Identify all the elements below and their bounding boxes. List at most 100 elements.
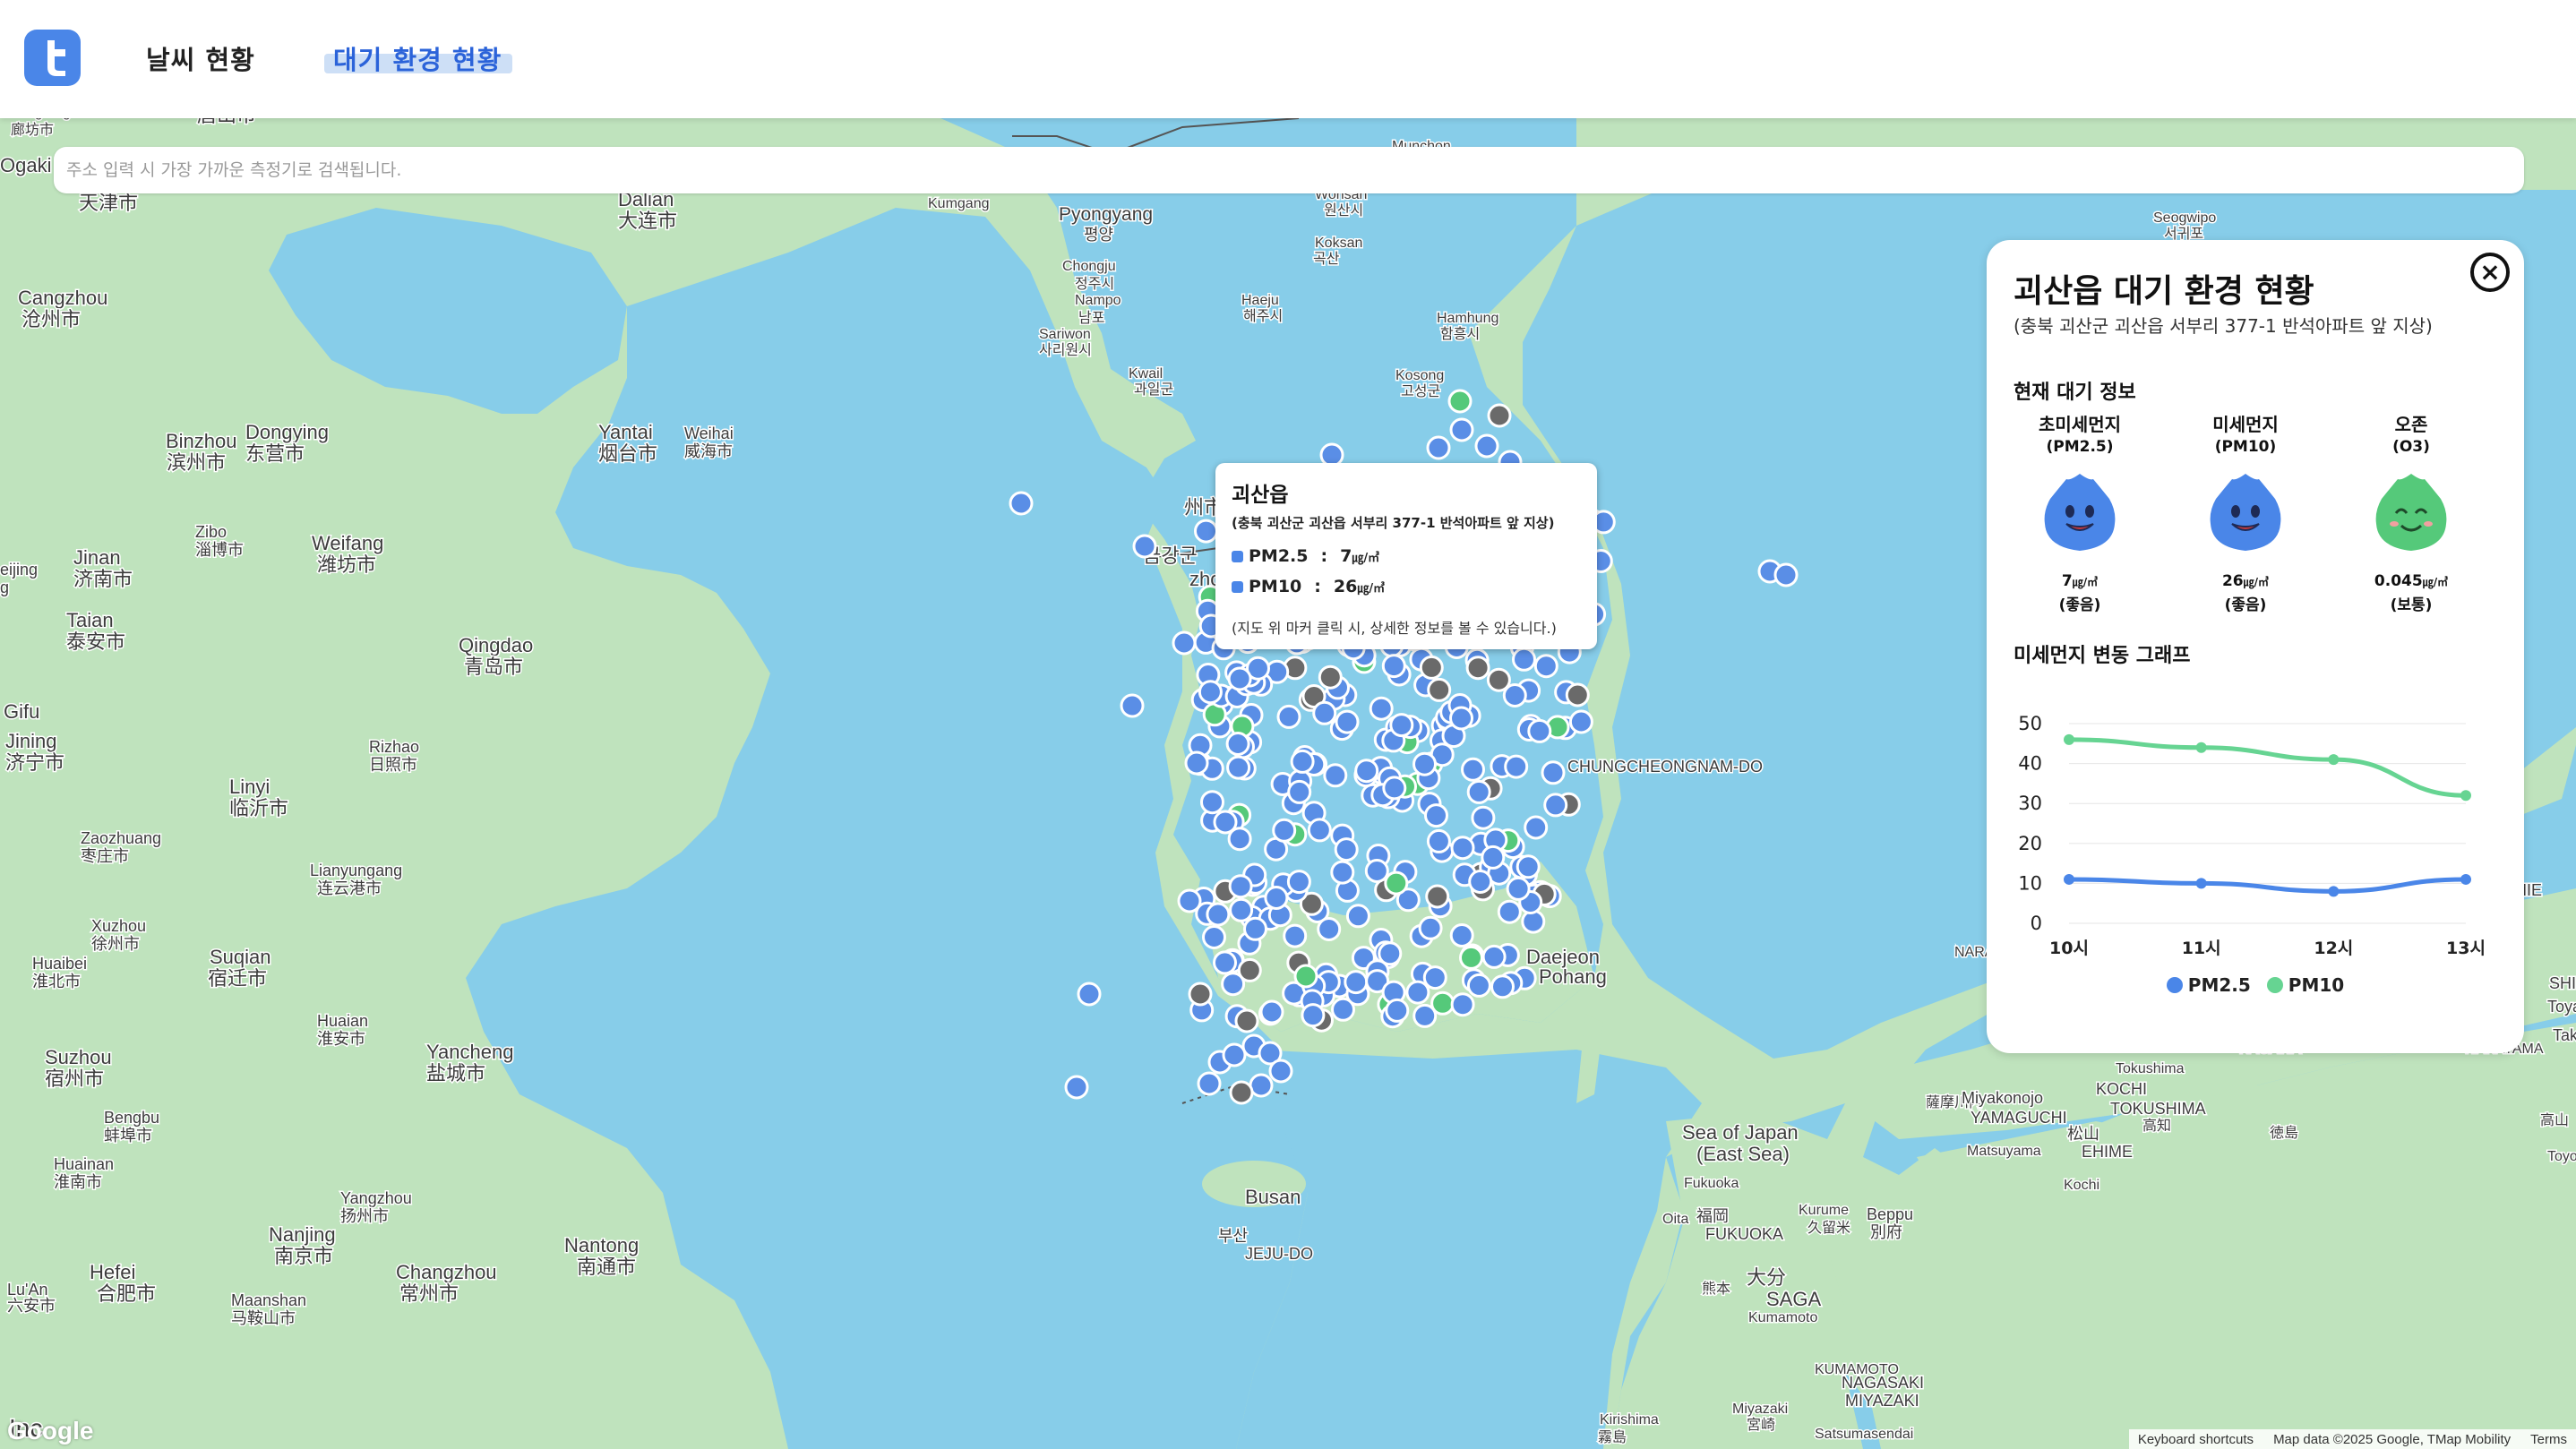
station-marker[interactable] (1502, 683, 1527, 707)
station-marker[interactable] (1389, 713, 1414, 738)
station-marker[interactable] (1226, 755, 1251, 780)
station-marker[interactable] (1773, 562, 1799, 587)
series-point-pm10[interactable] (2328, 754, 2340, 766)
station-marker[interactable] (1384, 870, 1409, 896)
station-marker[interactable] (1565, 682, 1590, 707)
station-marker[interactable] (1543, 793, 1568, 818)
station-marker[interactable] (1172, 630, 1197, 656)
station-marker[interactable] (1487, 403, 1512, 428)
station-marker[interactable] (1335, 709, 1360, 734)
station-marker[interactable] (1249, 1073, 1274, 1098)
station-marker[interactable] (1344, 970, 1369, 995)
station-marker[interactable] (1228, 874, 1253, 899)
station-marker[interactable] (1461, 757, 1485, 782)
station-marker[interactable] (1459, 945, 1483, 970)
station-marker[interactable] (1120, 693, 1145, 718)
station-marker[interactable] (1471, 805, 1496, 830)
station-marker[interactable] (1527, 718, 1552, 743)
station-marker[interactable] (1222, 1042, 1247, 1067)
station-marker[interactable] (1312, 700, 1337, 725)
station-marker[interactable] (1227, 666, 1252, 691)
station-marker[interactable] (1334, 837, 1359, 862)
series-point-pm25[interactable] (2064, 873, 2074, 885)
station-marker[interactable] (1345, 904, 1370, 929)
station-marker[interactable] (1318, 664, 1343, 690)
station-marker[interactable] (1184, 750, 1209, 776)
station-marker[interactable] (1481, 845, 1506, 870)
legend-item-pm25[interactable]: PM2.5 (2166, 974, 2251, 996)
station-marker[interactable] (1206, 902, 1231, 927)
station-marker[interactable] (1449, 417, 1474, 442)
station-marker[interactable] (1330, 860, 1355, 885)
station-marker[interactable] (1516, 854, 1541, 879)
legend-item-pm10[interactable]: PM10 (2266, 974, 2344, 996)
station-marker[interactable] (1504, 754, 1529, 779)
series-point-pm10[interactable] (2195, 742, 2207, 753)
station-marker[interactable] (1213, 950, 1237, 975)
station-marker[interactable] (1354, 759, 1379, 784)
station-marker[interactable] (1419, 655, 1444, 680)
station-marker[interactable] (1512, 647, 1536, 672)
station-marker[interactable] (1225, 732, 1250, 756)
station-marker[interactable] (1364, 859, 1389, 883)
station-marker[interactable] (1466, 973, 1491, 998)
station-marker[interactable] (1229, 1080, 1254, 1105)
keyboard-shortcuts-link[interactable]: Keyboard shortcuts (2138, 1432, 2254, 1447)
close-panel-button[interactable]: × (2470, 253, 2510, 292)
station-marker[interactable] (1413, 751, 1437, 776)
station-marker[interactable] (1450, 992, 1475, 1017)
station-marker[interactable] (1524, 815, 1549, 840)
terms-link[interactable]: Terms (2530, 1432, 2567, 1447)
station-marker[interactable] (1272, 818, 1297, 843)
station-marker[interactable] (1385, 998, 1410, 1023)
station-marker[interactable] (1474, 433, 1499, 459)
station-marker[interactable] (1331, 997, 1355, 1022)
station-marker[interactable] (1490, 974, 1515, 999)
station-marker[interactable] (1237, 957, 1262, 982)
station-marker[interactable] (1418, 915, 1443, 940)
app-logo-icon[interactable] (24, 30, 81, 86)
station-marker[interactable] (1264, 886, 1289, 910)
station-marker[interactable] (1450, 836, 1475, 861)
station-marker[interactable] (1293, 964, 1318, 989)
station-marker[interactable] (1009, 491, 1034, 516)
address-search-input[interactable] (54, 147, 2524, 193)
station-marker[interactable] (1426, 435, 1451, 460)
station-marker[interactable] (1077, 982, 1102, 1007)
station-marker[interactable] (1422, 965, 1447, 990)
station-marker[interactable] (1259, 999, 1284, 1025)
station-marker[interactable] (1323, 763, 1348, 788)
series-point-pm25[interactable] (2195, 878, 2207, 889)
station-marker[interactable] (1213, 810, 1238, 835)
pm-trend-chart[interactable]: 0 10 20 30 40 50 10시 11시 12시 13시 (1987, 688, 2524, 956)
series-point-pm25[interactable] (2460, 873, 2471, 885)
station-marker[interactable] (1194, 519, 1218, 544)
station-marker[interactable] (1447, 389, 1473, 414)
series-point-pm10[interactable] (2460, 790, 2471, 802)
station-marker[interactable] (1382, 776, 1407, 801)
station-marker[interactable] (1369, 696, 1394, 721)
station-marker[interactable] (1568, 709, 1593, 734)
station-marker[interactable] (1234, 1008, 1259, 1033)
station-marker[interactable] (1243, 916, 1267, 941)
station-marker[interactable] (1427, 677, 1452, 702)
station-marker[interactable] (1481, 944, 1507, 969)
station-marker[interactable] (1283, 923, 1308, 948)
station-marker[interactable] (1465, 656, 1490, 681)
station-marker[interactable] (1497, 899, 1522, 924)
series-point-pm25[interactable] (2328, 886, 2340, 897)
station-marker[interactable] (1229, 897, 1254, 922)
station-marker[interactable] (1425, 884, 1450, 909)
station-marker[interactable] (1276, 704, 1301, 729)
station-marker[interactable] (1287, 779, 1312, 804)
station-marker[interactable] (1197, 1071, 1222, 1096)
station-marker[interactable] (1426, 828, 1451, 853)
series-point-pm10[interactable] (2064, 733, 2074, 745)
station-marker[interactable] (1198, 680, 1223, 705)
station-marker[interactable] (1506, 876, 1531, 901)
station-marker[interactable] (1188, 982, 1213, 1007)
station-marker[interactable] (1317, 917, 1342, 941)
station-marker[interactable] (1449, 706, 1473, 731)
station-marker[interactable] (1541, 760, 1566, 785)
station-marker[interactable] (1468, 870, 1493, 894)
